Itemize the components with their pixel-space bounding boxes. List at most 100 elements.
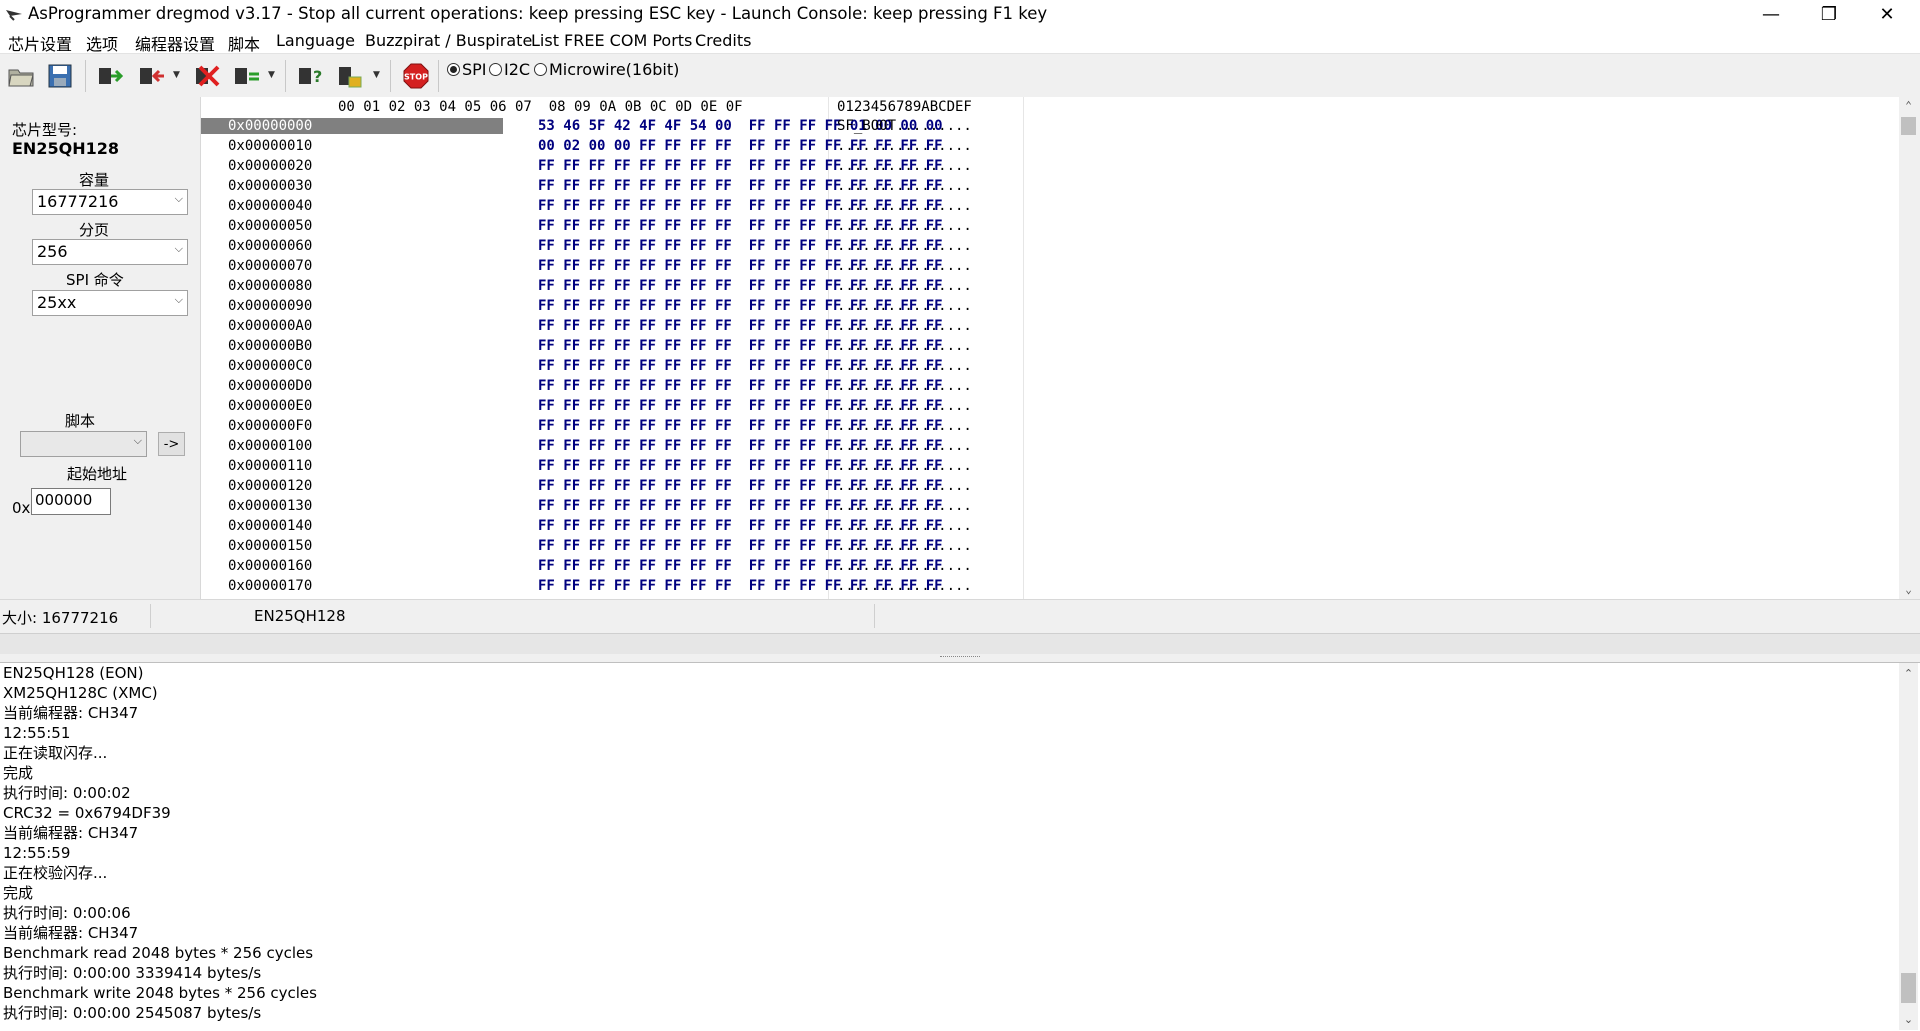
script-label: 脚本 (65, 412, 96, 430)
hex-ascii[interactable]: ................ (837, 318, 972, 334)
console-log[interactable]: EN25QH128 (EON) XM25QH128C (XMC) 当前编程器: CH… (0, 662, 1920, 1031)
write-icon[interactable] (137, 62, 167, 90)
hex-address: 0x000000C0 (228, 358, 313, 374)
read-icon[interactable] (96, 62, 126, 90)
console-line: 当前编程器: CH347 (3, 924, 139, 942)
hex-ascii[interactable]: ................ (837, 298, 972, 314)
spi-command-select[interactable]: 25xx ⌵ (32, 290, 188, 316)
chip-id-icon[interactable]: ? (296, 62, 326, 90)
hex-ascii[interactable]: ................ (837, 158, 972, 174)
console-line: 执行时间: 0:00:00 3339414 bytes/s (3, 964, 262, 982)
menu-language[interactable]: Language (276, 31, 355, 50)
hex-ascii[interactable]: ................ (837, 378, 972, 394)
protocol-microwire-radio[interactable]: Microwire(16bit) (534, 60, 679, 79)
console-line: 12:55:59 (3, 844, 71, 862)
ascii-column-header: 0123456789ABCDEF (837, 99, 972, 115)
capacity-select[interactable]: 16777216 ⌵ (32, 189, 188, 215)
hex-ascii[interactable]: ................ (837, 578, 972, 594)
hex-address: 0x00000120 (228, 478, 313, 494)
chip-settings-panel: 芯片型号: EN25QH128 容量 16777216 ⌵ 分页 256 ⌵ SPI… (0, 97, 201, 599)
hex-ascii[interactable]: ................ (837, 258, 972, 274)
hex-address: 0x00000020 (228, 158, 313, 174)
hex-prefix-label: 0x (12, 499, 31, 517)
menu-bar: 芯片设置 选项 编程器设置 脚本 Language Buzzpirat / Bu… (0, 29, 1920, 55)
chevron-down-icon: ⌵ (174, 293, 183, 306)
menu-chip-settings[interactable]: 芯片设置 (8, 31, 72, 55)
hex-ascii[interactable]: ................ (837, 138, 972, 154)
hex-address: 0x000000E0 (228, 398, 313, 414)
hex-ascii[interactable]: SF_BOOT......... (837, 118, 972, 134)
hex-ascii[interactable]: ................ (837, 438, 972, 454)
hex-scrollbar[interactable]: ⌃ ⌄ (1899, 97, 1918, 599)
scroll-thumb (1901, 973, 1916, 1003)
erase-icon[interactable] (191, 62, 221, 90)
scroll-thumb (1901, 117, 1916, 135)
scroll-down-icon: ⌄ (1903, 1013, 1914, 1026)
hex-address: 0x00000130 (228, 498, 313, 514)
scroll-down-icon: ⌄ (1905, 583, 1912, 596)
close-button[interactable]: ✕ (1858, 0, 1916, 29)
console-line: CRC32 = 0x6794DF39 (3, 804, 171, 822)
protocol-spi-radio[interactable]: SPI (447, 60, 487, 79)
stop-icon[interactable]: STOP (401, 62, 431, 90)
hex-address: 0x00000150 (228, 538, 313, 554)
console-line: 12:55:51 (3, 724, 71, 742)
menu-credits[interactable]: Credits (695, 31, 751, 50)
script-select[interactable]: ⌵ (20, 431, 147, 457)
hex-ascii[interactable]: ................ (837, 358, 972, 374)
hex-ascii[interactable]: ................ (837, 198, 972, 214)
hex-address: 0x00000050 (228, 218, 313, 234)
restore-button[interactable]: ❐ (1800, 0, 1858, 29)
console-line: 完成 (3, 764, 34, 782)
save-icon[interactable] (45, 62, 75, 90)
unlock-icon[interactable] (336, 62, 366, 90)
hex-ascii[interactable]: ................ (837, 238, 972, 254)
protocol-i2c-radio[interactable]: I2C (489, 60, 530, 79)
page-size-select[interactable]: 256 ⌵ (32, 239, 188, 265)
hex-ascii[interactable]: ................ (837, 478, 972, 494)
hex-ascii[interactable]: ................ (837, 498, 972, 514)
menu-options[interactable]: 选项 (86, 31, 118, 55)
hex-address: 0x00000080 (228, 278, 313, 294)
menu-buspirate[interactable]: Buzzpirat / Buspirate (365, 31, 532, 50)
hex-ascii[interactable]: ................ (837, 418, 972, 434)
hex-ascii[interactable]: ................ (837, 178, 972, 194)
chip-model-value: EN25QH128 (12, 139, 119, 158)
panel-splitter[interactable] (0, 654, 1920, 662)
run-script-button[interactable]: -> (158, 432, 185, 456)
chip-model-label: 芯片型号: (12, 121, 78, 139)
hex-ascii[interactable]: ................ (837, 278, 972, 294)
hex-address: 0x00000030 (228, 178, 313, 194)
console-line: XM25QH128C (XMC) (3, 684, 158, 702)
minimize-button[interactable]: — (1742, 0, 1800, 29)
console-line: 执行时间: 0:00:00 2545087 bytes/s (3, 1004, 262, 1022)
console-line: EN25QH128 (EON) (3, 664, 144, 682)
app-icon (4, 6, 24, 22)
hex-address: 0x00000010 (228, 138, 313, 154)
hex-ascii[interactable]: ................ (837, 398, 972, 414)
size-status: 大小: 16777216 (2, 609, 119, 627)
hex-ascii[interactable]: ................ (837, 218, 972, 234)
menu-programmer-settings[interactable]: 编程器设置 (135, 31, 215, 55)
menu-com-ports[interactable]: List FREE COM Ports (531, 31, 692, 50)
hex-ascii[interactable]: ................ (837, 558, 972, 574)
hex-ascii[interactable]: ................ (837, 338, 972, 354)
console-scrollbar[interactable]: ⌃ ⌄ (1899, 663, 1918, 1030)
hex-editor[interactable]: 00 01 02 03 04 05 06 07 08 09 0A 0B 0C 0… (201, 97, 1918, 599)
hex-address: 0x00000140 (228, 518, 313, 534)
start-address-input[interactable]: 000000 (31, 488, 111, 515)
hex-address: 0x00000060 (228, 238, 313, 254)
open-icon[interactable] (6, 62, 36, 90)
console-line: 当前编程器: CH347 (3, 704, 139, 722)
console-line: 正在校验闪存... (3, 864, 108, 882)
menu-script[interactable]: 脚本 (228, 31, 260, 55)
hex-ascii[interactable]: ................ (837, 538, 972, 554)
verify-icon[interactable] (232, 62, 262, 90)
chevron-down-icon: ⌵ (174, 242, 183, 255)
hex-address: 0x00000000 (201, 118, 503, 134)
hex-ascii[interactable]: ................ (837, 518, 972, 534)
console-line: 完成 (3, 884, 34, 902)
hex-ascii[interactable]: ................ (837, 458, 972, 474)
status-bar: 大小: 16777216 EN25QH128 (0, 599, 1920, 634)
scroll-up-icon: ⌃ (1905, 99, 1912, 112)
